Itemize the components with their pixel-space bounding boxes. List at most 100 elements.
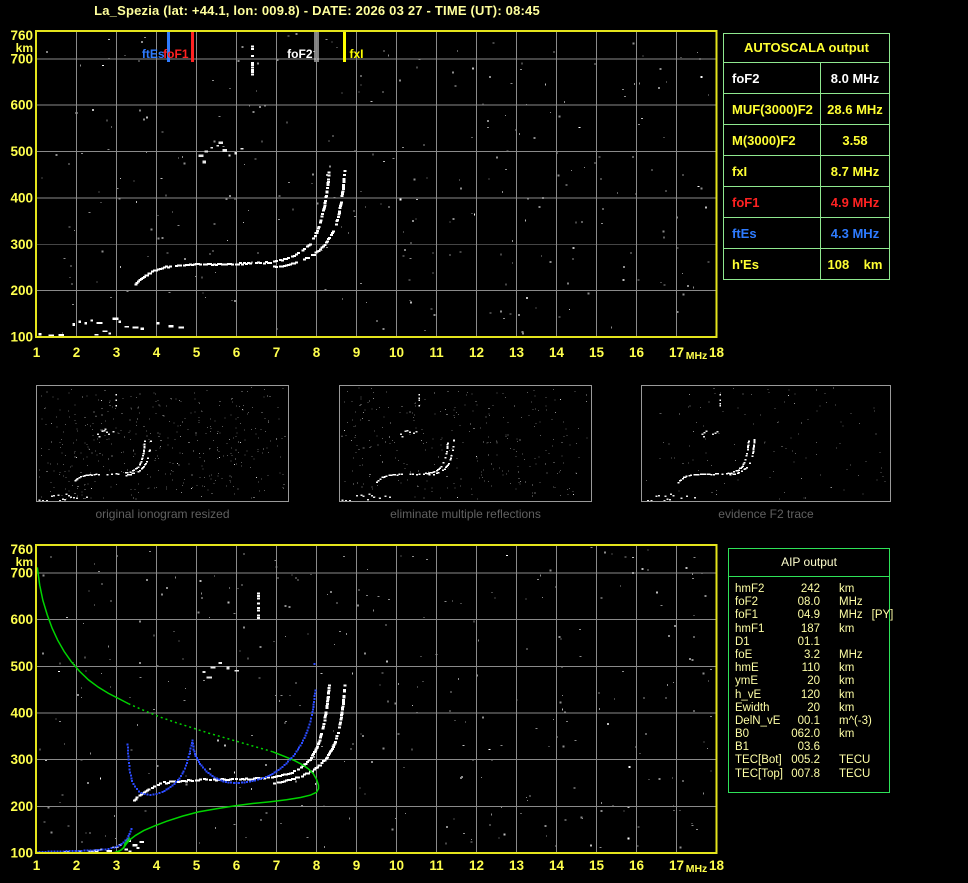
aip-table-title: AIP output	[729, 549, 889, 577]
autoscala-output-screen: La_Spezia (lat: +44.1, lon: 009.8) - DAT…	[0, 0, 968, 883]
noise-speckle	[41, 33, 710, 335]
autoscala-param-value: 4.9 MHz	[830, 194, 880, 210]
aip-label: D1	[735, 635, 750, 648]
aip-table-rows: hmF2 242 km foF2 08.0 MHz foF1 04.9 MHz [PY] hmF1 1…	[729, 577, 893, 781]
svg-text:11: 11	[429, 858, 444, 873]
thumb-caption-original: original ionogram resized	[95, 507, 230, 521]
aip-value: 20	[807, 675, 820, 688]
series-second-hop-echoes	[202, 662, 240, 679]
aip-label: hmF2	[735, 583, 765, 595]
thumb-noise	[645, 387, 886, 500]
svg-text:16: 16	[629, 858, 645, 873]
series-E-region-echoes	[38, 317, 185, 337]
aip-unit: m^(-3)	[839, 714, 872, 727]
svg-text:6: 6	[233, 345, 241, 360]
series-interference-streak	[257, 592, 260, 619]
autoscala-param-label: MUF(3000)F2	[724, 94, 821, 124]
aip-value: 005.2	[791, 754, 820, 767]
thumb-evidence-f2-trace	[641, 385, 891, 502]
svg-text:foF2: foF2	[287, 47, 313, 61]
series-restored-trace-E	[35, 828, 133, 854]
axis-labels: 1 2 3 4 5 6 7 8 9 10 11 12 13 14 15 16 17 18MHz760km70060…	[10, 28, 724, 362]
aip-row-D1: D1 01.1	[735, 636, 889, 649]
autoscala-table-rows: foF2 8.0 MHz MUF(3000)F2 28.6 MHz M(3000)F2 3…	[724, 63, 889, 279]
autoscala-param-label: ftEs	[724, 218, 821, 248]
aip-value: 01.1	[797, 635, 820, 648]
series-profile-topside	[36, 567, 129, 705]
aip-unit: MHz	[839, 596, 863, 609]
svg-text:ftEs: ftEs	[142, 47, 165, 61]
aip-value: 00.1	[797, 714, 820, 727]
series-profile-topside-extrapolated	[128, 703, 273, 753]
marker-foF2: foF2	[287, 32, 319, 62]
aip-row-foF1: foF1 04.9 MHz [PY]	[735, 609, 893, 622]
aip-row-foE: foE 3.2 MHz	[735, 649, 889, 662]
svg-text:300: 300	[10, 237, 33, 252]
aip-row-hmF2: hmF2 242 km	[735, 583, 889, 596]
autoscala-row-MUF3000F2: MUF(3000)F2 28.6 MHz	[724, 94, 889, 125]
autoscala-output-table: AUTOSCALA output foF2 8.0 MHz MUF(3000)F2 2…	[723, 33, 890, 280]
svg-text:13: 13	[509, 345, 525, 360]
thumb-caption-evidence: evidence F2 trace	[718, 507, 814, 521]
aip-label: h_vE	[735, 688, 762, 701]
svg-text:2: 2	[73, 858, 81, 873]
autoscala-param-value: 108 km	[827, 256, 883, 272]
svg-text:8: 8	[313, 345, 321, 360]
grid	[36, 31, 717, 337]
svg-text:12: 12	[469, 858, 484, 873]
svg-text:14: 14	[549, 345, 565, 360]
thumb-original-ionogram	[36, 385, 289, 502]
series-F-trace-extraordinary	[273, 170, 347, 269]
autoscala-param-value: 8.0 MHz	[830, 70, 880, 86]
aip-unit: TECU	[839, 754, 871, 767]
svg-text:700: 700	[10, 51, 33, 66]
noise-speckle	[39, 547, 713, 849]
svg-text:1: 1	[33, 345, 41, 360]
aip-value: 187	[800, 622, 820, 635]
svg-text:16: 16	[629, 345, 645, 360]
svg-text:100: 100	[10, 330, 33, 345]
svg-text:17: 17	[669, 858, 684, 873]
autoscala-param-value: 28.6 MHz	[827, 101, 883, 117]
autoscala-row-foF2: foF2 8.0 MHz	[724, 63, 889, 94]
svg-text:1: 1	[33, 858, 41, 873]
ionogram-plot-top: ftEsfoF1 foF2 fxI1 2 3 4 5 6 7 8 9 10 11 12 13 14 15 16 17…	[10, 28, 724, 362]
svg-text:18: 18	[709, 858, 725, 873]
autoscala-param-label: M(3000)F2	[724, 125, 821, 155]
aip-row-TECTop: TEC[Top] 007.8 TECU	[735, 768, 889, 781]
svg-text:17: 17	[669, 345, 684, 360]
thumb-trace	[38, 393, 152, 502]
thumb-noise	[39, 387, 286, 500]
svg-text:10: 10	[389, 345, 404, 360]
svg-text:3: 3	[113, 858, 121, 873]
svg-text:4: 4	[153, 858, 161, 873]
svg-text:3: 3	[113, 345, 121, 360]
autoscala-param-label: foF2	[724, 63, 821, 93]
autoscala-param-value: 8.7 MHz	[830, 163, 880, 179]
aip-label: B0	[735, 728, 750, 741]
svg-text:700: 700	[10, 566, 33, 581]
autoscala-param-value: 4.3 MHz	[830, 225, 880, 241]
aip-label: foE	[735, 648, 753, 661]
svg-text:7: 7	[273, 345, 281, 360]
aip-label: foF2	[735, 596, 759, 609]
svg-text:5: 5	[193, 345, 201, 360]
aip-row-foF2: foF2 08.0 MHz	[735, 596, 889, 609]
aip-label: DelN_vE	[735, 714, 781, 727]
autoscala-row-fxI: fxI 8.7 MHz	[724, 156, 889, 187]
svg-text:9: 9	[353, 858, 361, 873]
svg-text:7: 7	[273, 858, 281, 873]
aip-value: 007.8	[791, 767, 820, 780]
svg-text:300: 300	[10, 752, 33, 767]
svg-text:8: 8	[313, 858, 321, 873]
aip-value: 242	[800, 583, 820, 595]
svg-text:MHz: MHz	[686, 863, 708, 875]
svg-text:4: 4	[153, 345, 161, 360]
svg-text:15: 15	[589, 345, 605, 360]
aip-unit: km	[839, 701, 855, 714]
aip-row-TECBot: TEC[Bot] 005.2 TECU	[735, 754, 889, 767]
aip-unit: TECU	[839, 767, 871, 780]
aip-label: TEC[Bot]	[735, 754, 782, 767]
svg-text:foF1: foF1	[163, 47, 189, 61]
svg-text:400: 400	[10, 190, 33, 205]
